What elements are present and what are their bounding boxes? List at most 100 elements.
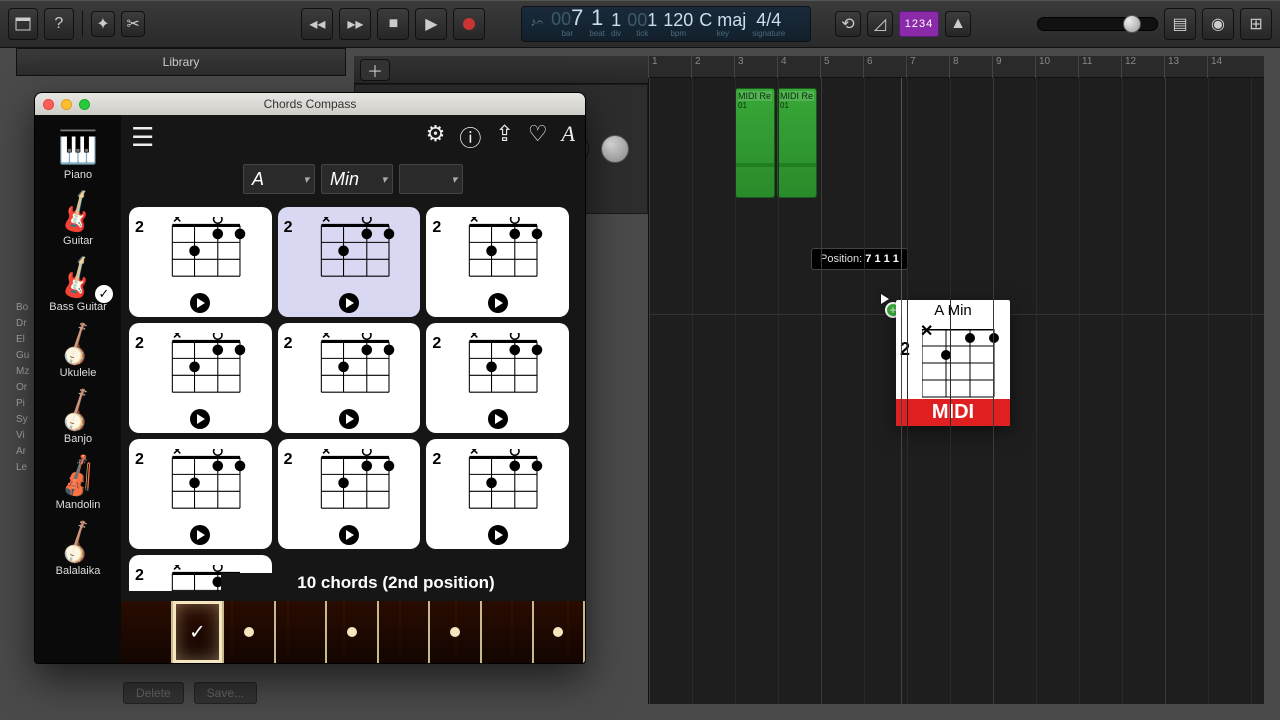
ruler-bar[interactable]: 14 xyxy=(1207,56,1222,78)
instrument-guitar[interactable]: 🎸Guitar xyxy=(41,187,115,251)
arrange-area[interactable]: MIDI Re 01 MIDI Re 01 Position: 7 1 1 1 … xyxy=(648,78,1264,704)
chord-voicing[interactable]: 2✕ xyxy=(278,207,421,317)
play-button[interactable]: ▶ xyxy=(415,8,447,40)
play-chord-button[interactable] xyxy=(339,293,359,313)
play-chord-button[interactable] xyxy=(488,525,508,545)
neck-position[interactable] xyxy=(482,601,534,663)
play-chord-button[interactable] xyxy=(339,525,359,545)
tuner-button[interactable]: ▲ xyxy=(945,11,971,37)
lcd-display[interactable]: ♪𝄐 007bar 1beat 1div 001tick 120bpm C ma… xyxy=(521,6,811,42)
menu-icon[interactable]: ☰ xyxy=(131,122,154,153)
neck-position[interactable] xyxy=(327,601,379,663)
tick-value: 1 xyxy=(647,10,657,30)
count-in-button[interactable]: 1234 xyxy=(899,11,939,37)
minimize-icon[interactable] xyxy=(61,99,72,110)
save-button[interactable]: Save... xyxy=(194,682,257,704)
library-toggle-button[interactable] xyxy=(8,8,38,40)
svg-text:✕: ✕ xyxy=(321,333,331,341)
help-button[interactable]: ? xyxy=(44,8,74,40)
play-chord-button[interactable] xyxy=(190,293,210,313)
chord-voicing[interactable]: 2✕ xyxy=(426,323,569,433)
record-button[interactable] xyxy=(453,8,485,40)
neck-position[interactable] xyxy=(534,601,586,663)
ruler-bar[interactable]: 4 xyxy=(777,56,787,78)
close-icon[interactable] xyxy=(43,99,54,110)
metronome-button[interactable]: ◿ xyxy=(867,11,893,37)
chord-voicing[interactable]: 2✕ xyxy=(129,323,272,433)
ruler-bar[interactable]: 6 xyxy=(863,56,873,78)
neck-position[interactable] xyxy=(430,601,482,663)
add-track-button[interactable]: ＋ xyxy=(360,59,390,81)
chords-compass-window: Chords Compass 🎹Piano🎸Guitar🎸Bass Guitar… xyxy=(34,92,586,664)
instrument-piano[interactable]: 🎹Piano xyxy=(41,121,115,185)
instrument-mandolin[interactable]: 🎻Mandolin xyxy=(41,451,115,515)
loops-button[interactable]: ◉ xyxy=(1202,8,1234,40)
midi-region[interactable]: MIDI Re 01 xyxy=(777,88,817,198)
ruler-bar[interactable]: 3 xyxy=(734,56,744,78)
window-titlebar[interactable]: Chords Compass xyxy=(35,93,585,115)
ruler-bar[interactable]: 7 xyxy=(906,56,916,78)
fret-number: 2 xyxy=(432,451,441,469)
play-chord-button[interactable] xyxy=(190,525,210,545)
notepad-button[interactable]: ▤ xyxy=(1164,8,1196,40)
play-chord-button[interactable] xyxy=(488,293,508,313)
ruler-bar[interactable]: 10 xyxy=(1035,56,1050,78)
region-take: 01 xyxy=(738,101,772,110)
midi-region[interactable]: MIDI Re 01 xyxy=(735,88,775,198)
play-chord-button[interactable] xyxy=(339,409,359,429)
forward-button[interactable]: ▸▸ xyxy=(339,8,371,40)
chord-voicing[interactable]: 2✕ xyxy=(426,207,569,317)
neck-position[interactable] xyxy=(276,601,328,663)
chord-ext-dropdown[interactable] xyxy=(399,164,463,194)
font-icon[interactable]: A xyxy=(562,121,575,153)
rewind-button[interactable]: ◂◂ xyxy=(301,8,333,40)
chord-voicing[interactable]: 2✕ xyxy=(278,439,421,549)
stop-button[interactable]: ■ xyxy=(377,8,409,40)
info-icon[interactable]: ⓘ xyxy=(459,121,481,153)
chord-grid[interactable]: 2✕2✕2✕2✕2✕2✕2✕2✕2✕2✕ xyxy=(127,205,571,591)
ruler-bar[interactable]: 11 xyxy=(1078,56,1092,78)
instrument-bass-guitar[interactable]: 🎸Bass Guitar xyxy=(41,253,115,317)
gear-icon[interactable]: ⚙ xyxy=(426,121,446,153)
play-chord-button[interactable] xyxy=(488,409,508,429)
chord-voicing[interactable]: 2✕ xyxy=(426,439,569,549)
bar-pad: 00 xyxy=(551,9,571,29)
tools-button[interactable]: ✂ xyxy=(121,11,145,37)
svg-text:✕: ✕ xyxy=(321,217,331,225)
instrument-ukulele[interactable]: 🪕Ukulele xyxy=(41,319,115,383)
ruler-bar[interactable]: 2 xyxy=(691,56,701,78)
root-note-dropdown[interactable]: A xyxy=(243,164,315,194)
ruler-bar[interactable]: 8 xyxy=(949,56,959,78)
cycle-button[interactable]: ⟲ xyxy=(835,11,861,37)
fret-marker-icon xyxy=(553,627,563,637)
chord-voicing[interactable]: 2✕ xyxy=(129,439,272,549)
volume-knob[interactable] xyxy=(1123,15,1141,33)
editors-button[interactable]: ⊞ xyxy=(1240,8,1272,40)
svg-text:✕: ✕ xyxy=(470,449,480,457)
play-chord-button[interactable] xyxy=(190,409,210,429)
timeline-ruler[interactable]: 1234567891011121314 xyxy=(648,56,1264,78)
share-icon[interactable]: ⇪ xyxy=(495,121,513,153)
master-volume-slider[interactable] xyxy=(1037,17,1158,31)
chord-voicing[interactable]: 2✕ xyxy=(129,207,272,317)
ruler-bar[interactable]: 12 xyxy=(1121,56,1136,78)
delete-button[interactable]: Delete xyxy=(123,682,184,704)
chord-type-dropdown[interactable]: Min xyxy=(321,164,393,194)
ruler-bar[interactable]: 13 xyxy=(1164,56,1179,78)
zoom-icon[interactable] xyxy=(79,99,90,110)
instrument-banjo[interactable]: 🪕Banjo xyxy=(41,385,115,449)
neck-position[interactable]: ✓ xyxy=(173,601,225,663)
heart-icon[interactable]: ♡ xyxy=(528,121,548,153)
volume-knob[interactable] xyxy=(601,135,629,163)
neck-position[interactable] xyxy=(379,601,431,663)
ruler-bar[interactable]: 5 xyxy=(820,56,830,78)
tuning-button[interactable]: ✦ xyxy=(91,11,115,37)
neck-position[interactable] xyxy=(224,601,276,663)
fretboard-position-selector[interactable]: ✓ xyxy=(121,601,585,663)
instrument-balalaika[interactable]: 🪕Balalaika xyxy=(41,517,115,581)
instrument-icon: 🎹 xyxy=(53,125,103,169)
chord-voicing[interactable]: 2✕ xyxy=(278,323,421,433)
ruler-bar[interactable]: 9 xyxy=(992,56,1002,78)
neck-position[interactable] xyxy=(121,601,173,663)
ruler-bar[interactable]: 1 xyxy=(648,56,658,78)
